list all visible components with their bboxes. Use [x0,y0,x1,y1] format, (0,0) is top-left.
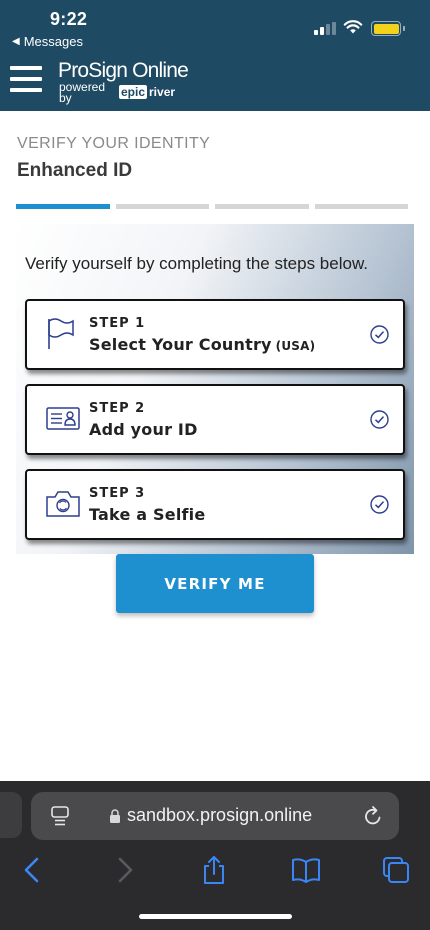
progress-segment [314,204,408,209]
back-to-messages-link[interactable]: ◀ Messages [12,34,83,49]
reload-icon[interactable] [363,805,383,827]
step-number: STEP 3 [89,486,146,501]
partner-logo-epic: epic [119,85,148,99]
previous-tab-preview[interactable] [0,792,22,838]
step-label-text: Add your ID [89,420,198,439]
verify-me-button[interactable]: VERIFY ME [116,554,314,613]
share-icon[interactable] [199,855,229,885]
status-time: 9:22 [50,9,88,29]
step-number: STEP 2 [89,401,146,416]
battery-icon [371,21,405,36]
step-card-selfie[interactable]: STEP 3 Take a Selfie [25,469,405,540]
check-circle-icon [370,410,389,429]
panel-intro: Verify yourself by completing the steps … [25,254,369,273]
flag-icon [48,318,74,349]
check-circle-icon [370,495,389,514]
step-number: STEP 1 [89,316,146,331]
forward-icon[interactable] [110,855,140,885]
hamburger-menu-icon[interactable] [10,66,42,92]
bookmarks-icon[interactable] [291,855,321,885]
back-triangle-icon: ◀ [12,36,20,47]
browser-toolbar: sandbox.prosign.online [0,781,430,930]
step-label: Take a Selfie [89,505,205,524]
progress-segment [16,204,110,209]
page-eyebrow: VERIFY YOUR IDENTITY [17,135,211,152]
step-card-country[interactable]: STEP 1 Select Your Country (USA) [25,299,405,370]
page-title: Enhanced ID [17,160,133,181]
wifi-icon [343,20,363,34]
partner-logo: epic river [119,85,175,99]
lock-icon [110,809,120,823]
brand-logo: ProSign Online powered by epic river [58,59,189,105]
camera-icon [46,491,80,517]
home-indicator[interactable] [139,914,292,919]
check-circle-icon [370,325,389,344]
tabs-icon[interactable] [381,855,411,885]
url-text: sandbox.prosign.online [127,805,313,825]
step-card-id[interactable]: STEP 2 Add your ID [25,384,405,455]
id-card-icon [46,407,80,430]
step-label: Add your ID [89,420,198,439]
progress-segment [215,204,309,209]
progress-segment [115,204,209,209]
step-label-text: Select Your Country [89,335,272,354]
app-header: 9:22 ◀ Messages ProSign Online powered b… [0,0,430,111]
back-icon[interactable] [17,855,47,885]
step-label: Select Your Country (USA) [89,335,315,354]
reader-mode-icon[interactable] [51,806,69,826]
steps-panel: Verify yourself by completing the steps … [16,224,414,554]
address-bar[interactable]: sandbox.prosign.online [31,792,399,840]
cellular-signal-icon [314,22,336,35]
step-progress-bar [16,204,408,209]
step-label-note: (USA) [275,339,316,353]
back-link-label: Messages [23,34,83,49]
partner-logo-river: river [149,85,176,99]
brand-name: ProSign Online [58,59,189,82]
battery-level [373,23,399,34]
step-label-text: Take a Selfie [89,505,206,524]
brand-powered-by: powered by [59,80,106,105]
